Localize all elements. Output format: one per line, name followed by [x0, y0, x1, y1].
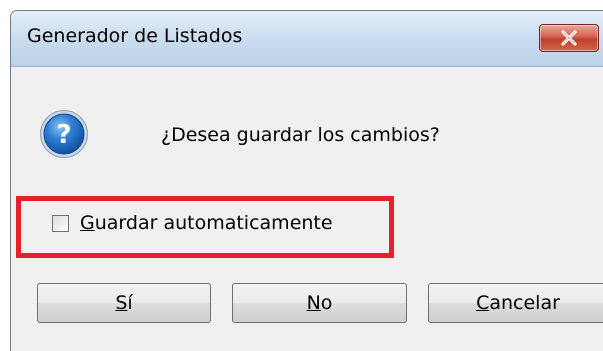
svg-text:?: ?: [56, 120, 71, 150]
question-icon: ?: [40, 110, 88, 158]
close-button[interactable]: [539, 24, 599, 52]
dialog-message: ¿Desea guardar los cambios?: [161, 124, 440, 146]
close-icon: [561, 30, 577, 46]
cancel-button[interactable]: Cancelar: [428, 283, 603, 323]
auto-save-checkbox-row[interactable]: Guardar automaticamente: [52, 212, 333, 234]
dialog-window: Generador de Listados ? ¿Desea guardar l…: [10, 10, 603, 351]
auto-save-label[interactable]: Guardar automaticamente: [80, 212, 333, 234]
window-title: Generador de Listados: [27, 25, 243, 47]
dialog-body: ? ¿Desea guardar los cambios? Guardar au…: [11, 67, 603, 351]
no-button[interactable]: No: [232, 283, 407, 323]
auto-save-checkbox[interactable]: [52, 214, 69, 232]
yes-button[interactable]: Sí: [37, 283, 211, 323]
title-bar[interactable]: Generador de Listados: [11, 11, 603, 67]
